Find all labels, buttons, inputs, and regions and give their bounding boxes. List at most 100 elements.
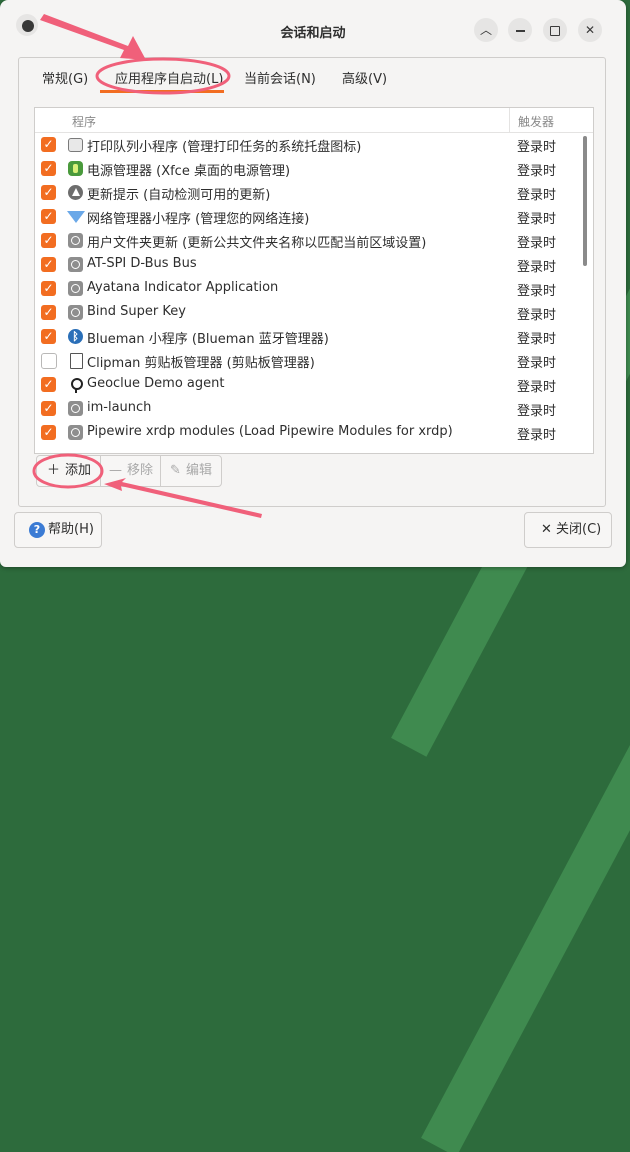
program-name: Bind Super Key <box>87 304 186 319</box>
tab-app-autostart[interactable]: 应用程序自启动(L) <box>115 68 223 87</box>
trigger-value[interactable]: 登录时 <box>517 208 556 227</box>
app-generic-icon <box>68 257 83 272</box>
program-name: 网络管理器小程序 (管理您的网络连接) <box>87 212 310 227</box>
tab-bar: 常规(G) 应用程序自启动(L) 当前会话(N) 高级(V) <box>18 58 604 94</box>
trigger-value[interactable]: 登录时 <box>517 160 556 179</box>
program-name: Clipman 剪贴板管理器 (剪贴板管理器) <box>87 356 315 371</box>
update-icon <box>68 185 83 200</box>
autostart-checkbox[interactable]: ✓ <box>41 305 56 320</box>
app-generic-icon <box>68 233 83 248</box>
close-button-label: 关闭(C) <box>556 522 602 537</box>
column-header-program[interactable]: 程序 <box>72 113 96 130</box>
window-title: 会话和启动 <box>280 26 346 41</box>
edit-button-label: 编辑 <box>185 463 212 478</box>
app-generic-icon <box>68 401 83 416</box>
program-name: im-launch <box>87 400 152 415</box>
list-item[interactable]: ✓ 用户文件夹更新 (更新公共文件夹名称以匹配当前区域设置) 登录时 <box>35 229 580 253</box>
program-name: 打印队列小程序 (管理打印任务的系统托盘图标) <box>87 140 362 155</box>
printer-icon <box>68 138 83 152</box>
minimize-button[interactable] <box>508 18 532 42</box>
minimize-icon <box>515 29 525 32</box>
autostart-checkbox[interactable]: ✓ <box>41 281 56 296</box>
vertical-scrollbar[interactable] <box>583 136 587 266</box>
shade-button[interactable]: ︿ <box>474 18 498 42</box>
edit-pencil-icon: ✎ <box>170 463 181 478</box>
help-button[interactable]: ? 帮助(H) <box>14 512 102 548</box>
active-tab-indicator <box>100 90 224 93</box>
program-name: Pipewire xrdp modules (Load Pipewire Mod… <box>87 424 453 439</box>
list-item[interactable]: ✓ Ayatana Indicator Application 登录时 <box>35 277 580 301</box>
trigger-value[interactable]: 登录时 <box>517 136 556 155</box>
autostart-checkbox[interactable]: ✓ <box>41 209 56 224</box>
close-button[interactable]: ✕ 关闭(C) <box>524 512 612 548</box>
power-manager-icon <box>68 161 83 176</box>
list-item[interactable]: ✓ Bind Super Key 登录时 <box>35 301 580 325</box>
program-name: 用户文件夹更新 (更新公共文件夹名称以匹配当前区域设置) <box>87 236 427 251</box>
program-name: 电源管理器 (Xfce 桌面的电源管理) <box>87 164 291 179</box>
trigger-value[interactable]: 登录时 <box>517 280 556 299</box>
app-generic-icon <box>68 281 83 296</box>
list-item[interactable]: ✓ 打印队列小程序 (管理打印任务的系统托盘图标) 登录时 <box>35 133 580 157</box>
list-item[interactable]: ✓ Pipewire xrdp modules (Load Pipewire Mo… <box>35 421 580 445</box>
program-name: Blueman 小程序 (Blueman 蓝牙管理器) <box>87 332 329 347</box>
tab-current-session[interactable]: 当前会话(N) <box>244 68 316 87</box>
autostart-checkbox[interactable]: ✓ <box>41 425 56 440</box>
trigger-value[interactable]: 登录时 <box>517 400 556 419</box>
trigger-value[interactable]: 登录时 <box>517 304 556 323</box>
maximize-button[interactable] <box>543 18 567 42</box>
bluetooth-icon: ᛒ <box>68 329 83 344</box>
trigger-value[interactable]: 登录时 <box>517 328 556 347</box>
list-item[interactable]: ✓ im-launch 登录时 <box>35 397 580 421</box>
clipboard-icon <box>70 353 83 369</box>
add-button[interactable]: ＋ 添加 <box>36 455 102 487</box>
wifi-icon <box>67 211 85 223</box>
trigger-value[interactable]: 登录时 <box>517 232 556 251</box>
tab-general[interactable]: 常规(G) <box>42 68 88 87</box>
list-item[interactable]: ✓ Geoclue Demo agent 登录时 <box>35 373 580 397</box>
edit-button[interactable]: ✎ 编辑 <box>160 455 222 487</box>
autostart-checkbox[interactable]: ✓ <box>41 161 56 176</box>
trigger-value[interactable]: 登录时 <box>517 424 556 443</box>
maximize-icon <box>550 25 560 36</box>
trigger-value[interactable]: 登录时 <box>517 256 556 275</box>
app-generic-icon <box>68 425 83 440</box>
plus-icon: ＋ <box>46 463 60 478</box>
list-header: 程序 触发器 <box>35 108 593 133</box>
column-header-trigger[interactable]: 触发器 <box>518 113 554 130</box>
app-generic-icon <box>68 305 83 320</box>
list-item[interactable]: ✓ AT-SPI D-Bus Bus 登录时 <box>35 253 580 277</box>
autostart-checkbox[interactable] <box>41 353 57 369</box>
help-button-label: 帮助(H) <box>48 522 94 537</box>
program-name: Ayatana Indicator Application <box>87 280 279 295</box>
close-icon: ✕ <box>584 23 596 37</box>
program-name: AT-SPI D-Bus Bus <box>87 256 197 271</box>
trigger-value[interactable]: 登录时 <box>517 184 556 203</box>
titlebar: 会话和启动 ︿ ✕ <box>0 0 626 48</box>
close-icon: ✕ <box>541 522 552 537</box>
program-name: 更新提示 (自动检测可用的更新) <box>87 188 271 203</box>
trigger-value[interactable]: 登录时 <box>517 376 556 395</box>
list-rows: ✓ 打印队列小程序 (管理打印任务的系统托盘图标) 登录时 ✓ 电源管理器 (Xfce … <box>35 133 580 445</box>
close-window-button[interactable]: ✕ <box>578 18 602 42</box>
autostart-checkbox[interactable]: ✓ <box>41 401 56 416</box>
autostart-checkbox[interactable]: ✓ <box>41 233 56 248</box>
autostart-checkbox[interactable]: ✓ <box>41 185 56 200</box>
chevron-up-icon: ︿ <box>479 23 492 37</box>
autostart-checkbox[interactable]: ✓ <box>41 137 56 152</box>
list-item[interactable]: ✓ 电源管理器 (Xfce 桌面的电源管理) 登录时 <box>35 157 580 181</box>
trigger-value[interactable]: 登录时 <box>517 352 556 371</box>
list-item[interactable]: ✓ 网络管理器小程序 (管理您的网络连接) 登录时 <box>35 205 580 229</box>
remove-button-label: 移除 <box>126 463 153 478</box>
tab-advanced[interactable]: 高级(V) <box>342 68 387 87</box>
session-startup-window: 会话和启动 ︿ ✕ 常规(G) 应用程序自启动(L) 当前会话(N) 高级(V)… <box>0 0 626 567</box>
remove-button[interactable]: — 移除 <box>100 455 162 487</box>
list-item[interactable]: ✓ 更新提示 (自动检测可用的更新) 登录时 <box>35 181 580 205</box>
autostart-checkbox[interactable]: ✓ <box>41 257 56 272</box>
list-item[interactable]: Clipman 剪贴板管理器 (剪贴板管理器) 登录时 <box>35 349 580 373</box>
list-item[interactable]: ✓ ᛒ Blueman 小程序 (Blueman 蓝牙管理器) 登录时 <box>35 325 580 349</box>
autostart-checkbox[interactable]: ✓ <box>41 329 56 344</box>
program-name: Geoclue Demo agent <box>87 376 225 391</box>
autostart-checkbox[interactable]: ✓ <box>41 377 56 392</box>
help-icon: ? <box>29 522 45 538</box>
add-button-label: 添加 <box>65 463 92 478</box>
